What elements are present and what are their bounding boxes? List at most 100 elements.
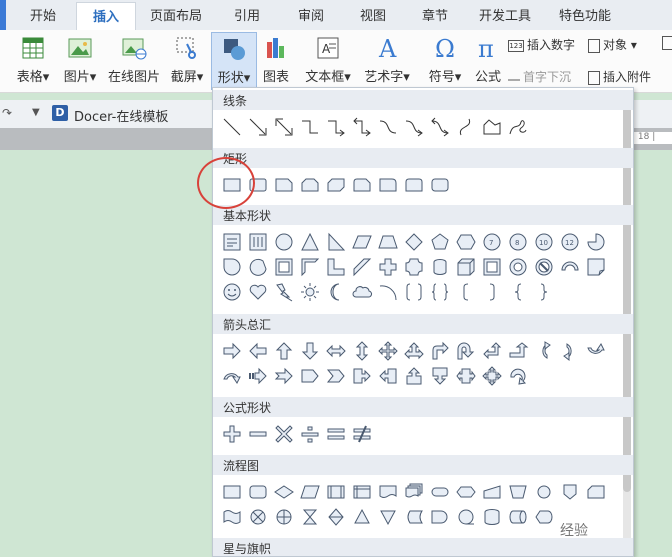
flowchart-delay-shape-icon[interactable] [429, 506, 451, 528]
flowchart-direct-access-storage-shape-icon[interactable] [507, 506, 529, 528]
freeform-shape-icon[interactable] [481, 116, 503, 138]
flowchart-offpage-connector-shape-icon[interactable] [559, 481, 581, 503]
left-right-arrow-shape-icon[interactable] [325, 340, 347, 362]
decagon-shape-icon[interactable]: 10 [533, 231, 555, 253]
up-arrow-callout-shape-icon[interactable] [403, 365, 425, 387]
striped-right-arrow-shape-icon[interactable] [247, 365, 269, 387]
double-brace-shape-icon[interactable] [429, 281, 451, 303]
wordart-button[interactable]: A 艺术字▾ [360, 34, 414, 85]
double-arrow-line-shape-icon[interactable] [273, 116, 295, 138]
folded-corner-shape-icon[interactable] [585, 256, 607, 278]
curved-left-arrow-shape-icon[interactable] [559, 340, 581, 362]
diagonal-stripe-shape-icon[interactable] [351, 256, 373, 278]
curved-up-arrow-shape-icon[interactable] [585, 340, 607, 362]
can-shape-icon[interactable] [429, 256, 451, 278]
chord-shape-icon[interactable] [247, 256, 269, 278]
flowchart-decision-shape-icon[interactable] [273, 481, 295, 503]
block-arc-shape-icon[interactable] [559, 256, 581, 278]
oval-shape-icon[interactable] [273, 231, 295, 253]
cross-shape-icon[interactable] [377, 256, 399, 278]
flowchart-sort-shape-icon[interactable] [325, 506, 347, 528]
quad-arrow-callout-shape-icon[interactable] [481, 365, 503, 387]
online-picture-button[interactable]: 在线图片 [106, 34, 162, 85]
flowchart-summing-junction-shape-icon[interactable] [247, 506, 269, 528]
left-brace-shape-icon[interactable] [507, 281, 529, 303]
docer-template-tab[interactable]: Docer-在线模板 [74, 106, 168, 125]
u-turn-arrow-shape-icon[interactable] [455, 340, 477, 362]
diamond-shape-icon[interactable] [403, 231, 425, 253]
snip-diagonal-rectangle-shape-icon[interactable] [325, 174, 347, 196]
parallelogram-shape-icon[interactable] [351, 231, 373, 253]
left-right-arrow-callout-shape-icon[interactable] [455, 365, 477, 387]
object-button[interactable]: 对象 ▾ [588, 36, 637, 53]
bevel-shape-icon[interactable] [481, 256, 503, 278]
flowchart-sequential-access-storage-shape-icon[interactable] [455, 506, 477, 528]
flowchart-merge-shape-icon[interactable] [377, 506, 399, 528]
round-same-side-rectangle-shape-icon[interactable] [403, 174, 425, 196]
tab-features[interactable]: 特色功能 [552, 0, 618, 30]
snip-round-rectangle-shape-icon[interactable] [351, 174, 373, 196]
bent-up-arrow-shape-icon[interactable] [507, 340, 529, 362]
curved-right-arrow-shape-icon[interactable] [533, 340, 555, 362]
tab-developer[interactable]: 开发工具 [472, 0, 538, 30]
attachment-button[interactable]: 插入附件 [588, 68, 651, 85]
flowchart-card-shape-icon[interactable] [585, 481, 607, 503]
heptagon-shape-icon[interactable]: 7 [481, 231, 503, 253]
vertical-text-box-shape-icon[interactable] [247, 231, 269, 253]
text-box-shape-icon[interactable] [221, 231, 243, 253]
multiply-shape-icon[interactable] [273, 423, 295, 445]
lightning-bolt-shape-icon[interactable] [273, 281, 295, 303]
right-triangle-shape-icon[interactable] [325, 231, 347, 253]
curved-connector-shape-icon[interactable] [377, 116, 399, 138]
flowchart-or-shape-icon[interactable] [273, 506, 295, 528]
right-bracket-shape-icon[interactable] [481, 281, 503, 303]
shapes-button[interactable]: 形状▾ [211, 32, 257, 90]
flowchart-magnetic-disk-shape-icon[interactable] [481, 506, 503, 528]
curve-shape-icon[interactable] [455, 116, 477, 138]
redo-arrow-icon[interactable]: ↷ [2, 106, 12, 120]
tab-section[interactable]: 章节 [410, 0, 460, 30]
scribble-shape-icon[interactable] [507, 116, 529, 138]
equal-shape-icon[interactable] [325, 423, 347, 445]
tab-review[interactable]: 审阅 [286, 0, 336, 30]
flowchart-stored-data-shape-icon[interactable] [403, 506, 425, 528]
bent-arrow-shape-icon[interactable] [429, 340, 451, 362]
left-arrow-shape-icon[interactable] [247, 340, 269, 362]
chevron-shape-icon[interactable] [325, 365, 347, 387]
curved-down-arrow-shape-icon[interactable] [221, 365, 243, 387]
triangle-shape-icon[interactable] [299, 231, 321, 253]
flowchart-manual-input-shape-icon[interactable] [481, 481, 503, 503]
insert-number-button[interactable]: 123 插入数字 [508, 36, 575, 53]
round-single-corner-rectangle-shape-icon[interactable] [377, 174, 399, 196]
elbow-arrow-connector-shape-icon[interactable] [325, 116, 347, 138]
left-bracket-shape-icon[interactable] [455, 281, 477, 303]
tab-home[interactable]: 开始 [18, 0, 68, 30]
minus-shape-icon[interactable] [247, 423, 269, 445]
circular-arrow-shape-icon[interactable] [507, 365, 529, 387]
flowchart-process-shape-icon[interactable] [221, 481, 243, 503]
flowchart-display-shape-icon[interactable] [533, 506, 555, 528]
up-down-arrow-shape-icon[interactable] [351, 340, 373, 362]
formula-button[interactable]: π 公式 [472, 34, 504, 85]
frame-shape-icon[interactable] [273, 256, 295, 278]
flowchart-document-shape-icon[interactable] [377, 481, 399, 503]
tab-page-layout[interactable]: 页面布局 [142, 0, 210, 30]
snip-same-side-rectangle-shape-icon[interactable] [299, 174, 321, 196]
teardrop-shape-icon[interactable] [221, 256, 243, 278]
no-symbol-shape-icon[interactable] [533, 256, 555, 278]
screenshot-button[interactable]: 截屏▾ [166, 34, 208, 85]
tab-references[interactable]: 引用 [222, 0, 272, 30]
flowchart-manual-operation-shape-icon[interactable] [507, 481, 529, 503]
not-equal-shape-icon[interactable] [351, 423, 373, 445]
right-arrow-callout-shape-icon[interactable] [351, 365, 373, 387]
round-diagonal-rectangle-shape-icon[interactable] [429, 174, 451, 196]
left-arrow-callout-shape-icon[interactable] [377, 365, 399, 387]
down-arrow-callout-shape-icon[interactable] [429, 365, 451, 387]
textbox-button[interactable]: A 文本框▾ [302, 34, 354, 85]
curved-double-arrow-connector-shape-icon[interactable] [429, 116, 451, 138]
cloud-shape-icon[interactable] [351, 281, 373, 303]
flowchart-extract-shape-icon[interactable] [351, 506, 373, 528]
tab-insert[interactable]: 插入 [76, 2, 136, 32]
quad-arrow-shape-icon[interactable] [377, 340, 399, 362]
sun-shape-icon[interactable] [299, 281, 321, 303]
